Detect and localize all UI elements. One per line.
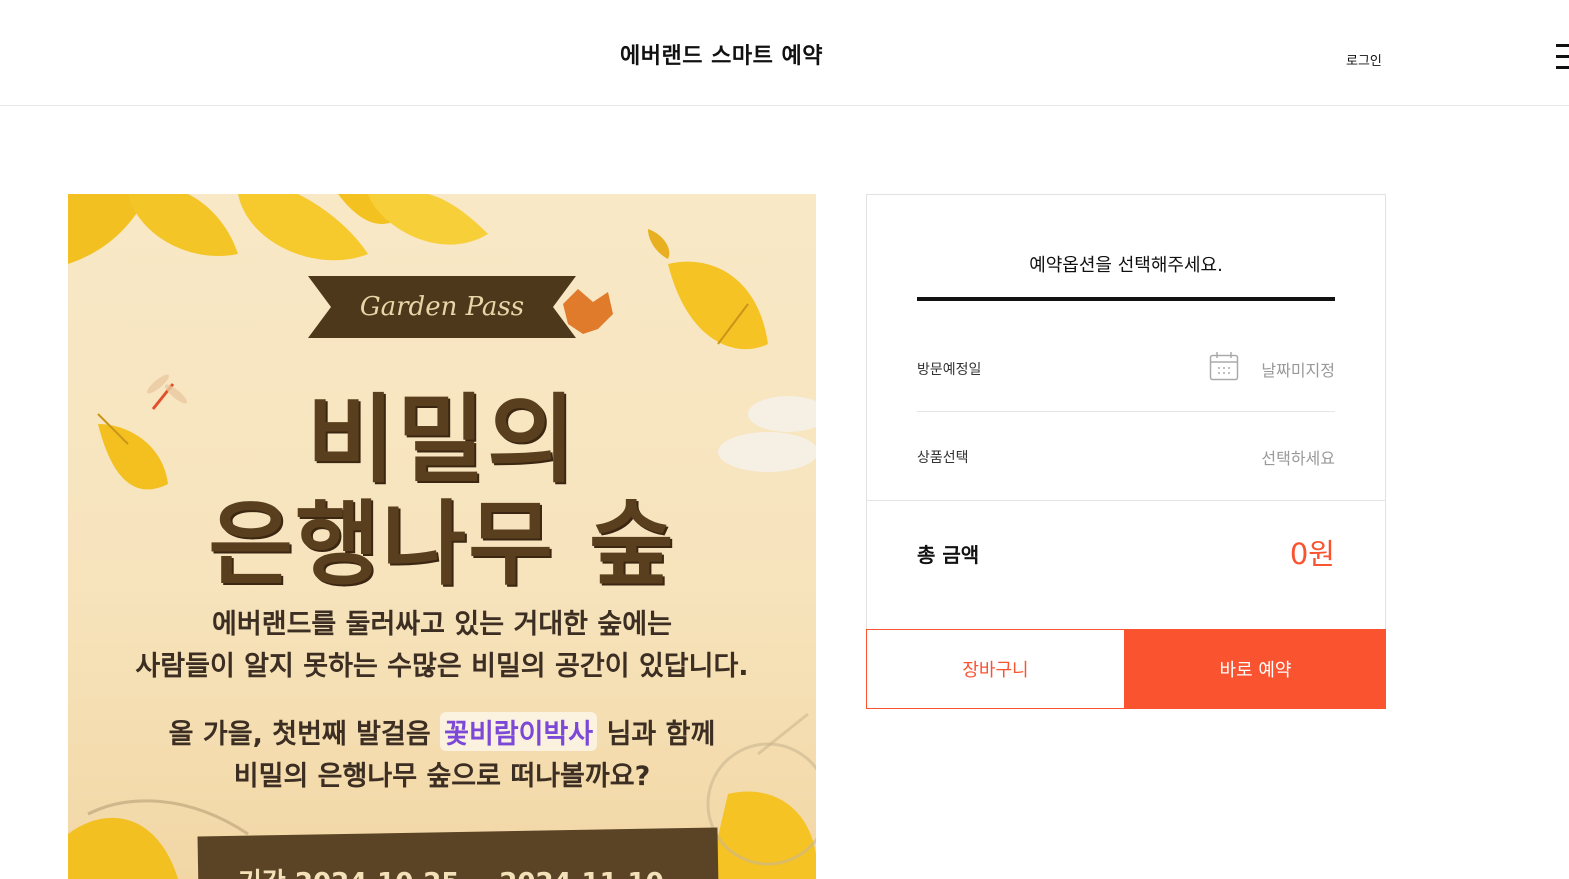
event-period: 기간 2024.10.25 ~ 2024.11.10: [238, 862, 664, 879]
total-amount: 0원: [1289, 537, 1335, 571]
banner-headline-line2: 은행나무 숲: [208, 491, 676, 598]
banner-description-line1: 에버랜드를 둘러싸고 있는 거대한 숲에는: [212, 609, 672, 640]
banner-description-line2: 사람들이 알지 못하는 수많은 비밀의 공간이 있답니다.: [135, 651, 749, 682]
reservation-panel: 예약옵션을 선택해주세요. 방문예정일 날짜미지정 상품선택 선택하세요 총 금…: [866, 194, 1386, 630]
guide-nickname: 꽃비람이박사: [440, 712, 598, 751]
add-to-cart-button[interactable]: 장바구니: [866, 629, 1125, 709]
visit-date-label: 방문예정일: [917, 362, 982, 378]
product-select-label: 상품선택: [917, 450, 969, 466]
banner-description-line3: 올 가을, 첫번째 발걸음 꽃비람이박사 님과 함께: [68, 712, 816, 751]
heading-divider: [917, 297, 1335, 301]
reservation-heading: 예약옵션을 선택해주세요.: [1029, 255, 1223, 276]
banner-description-line4: 비밀의 은행나무 숲으로 떠나볼까요?: [233, 761, 651, 792]
ribbon-text: Garden Pass: [359, 292, 525, 322]
site-header: 에버랜드 스마트 예약 로그인: [0, 0, 1569, 106]
desc-line3-after: 님과 함께: [606, 719, 716, 750]
event-banner-image: Garden Pass 비밀의 은행나무 숲 에버랜드를 둘러싸고 있는 거대한…: [68, 194, 816, 879]
desc-line3-before: 올 가을, 첫번째 발걸음: [168, 719, 431, 750]
row-divider: [917, 411, 1335, 412]
product-select[interactable]: 선택하세요: [1261, 445, 1335, 469]
total-label: 총 금액: [917, 543, 980, 567]
site-title[interactable]: 에버랜드 스마트 예약: [620, 38, 823, 70]
visit-date-value[interactable]: 날짜미지정: [1261, 357, 1335, 381]
calendar-icon[interactable]: [1209, 351, 1239, 381]
hamburger-menu-icon[interactable]: [1556, 44, 1569, 70]
total-divider: [867, 500, 1385, 501]
garden-pass-ribbon: Garden Pass: [308, 276, 576, 338]
book-now-button[interactable]: 바로 예약: [1125, 629, 1386, 709]
login-link[interactable]: 로그인: [1346, 50, 1382, 69]
